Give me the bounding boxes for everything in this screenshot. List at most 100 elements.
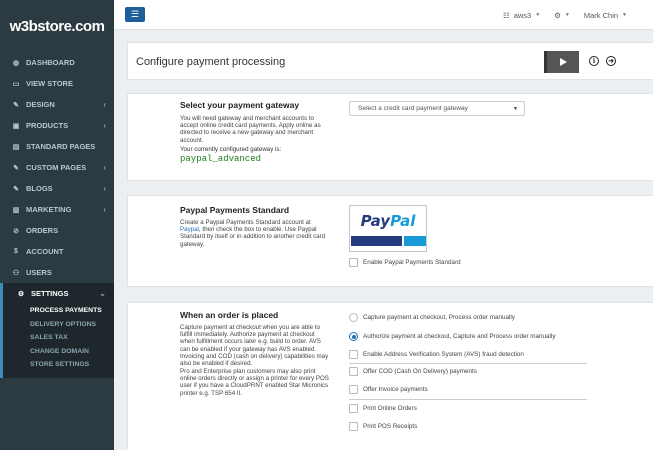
user-name: Mark Chin xyxy=(583,10,619,20)
sidebar-item-blogs[interactable]: ✎ BLOGS ‹ xyxy=(0,178,114,199)
sidebar-item-label: USERS xyxy=(26,268,52,277)
paypal-logo-bar-light xyxy=(404,236,426,246)
gateway-description: You will need gateway and merchant accou… xyxy=(180,115,321,144)
invoice-option-row[interactable]: Offer Invoice payments xyxy=(349,385,428,394)
paypal-enable-label: Enable Paypal Payments Standard xyxy=(363,259,461,266)
print-online-label: Print Online Orders xyxy=(363,405,417,412)
sidebar-item-label: CUSTOM PAGES xyxy=(26,163,87,172)
capture-label: Capture payment at checkout, Process ord… xyxy=(363,314,515,321)
sidebar-item-design[interactable]: ✎ DESIGN ‹ xyxy=(0,94,114,115)
sidebar-item-settings[interactable]: ⚙ SETTINGS ⌄ xyxy=(0,283,114,304)
sidebar-item-custom-pages[interactable]: ✎ CUSTOM PAGES ‹ xyxy=(0,157,114,178)
paypal-description: Create a Paypal Payments Standard accoun… xyxy=(180,219,330,248)
gear-icon: ⚙ xyxy=(17,290,25,298)
box-icon: ▣ xyxy=(12,122,20,130)
order-description-1: Capture payment at checkout when you are… xyxy=(180,324,329,368)
divider xyxy=(349,363,587,364)
print-pos-checkbox[interactable] xyxy=(349,422,358,431)
chart-icon: ▥ xyxy=(12,206,20,214)
cod-label: Offer COD (Cash On Delivery) payments xyxy=(363,368,477,375)
monitor-icon: ▭ xyxy=(12,80,20,88)
settings-submenu: PROCESS PAYMENTS DELIVERY OPTIONS SALES TA… xyxy=(0,304,114,378)
submenu-item-change-domain[interactable]: CHANGE DOMAIN xyxy=(3,345,114,359)
paypal-logo: PayPal xyxy=(349,205,427,252)
pencil-icon: ✎ xyxy=(13,164,19,172)
print-pos-option-row[interactable]: Print POS Receipts xyxy=(349,422,417,431)
store-logo[interactable]: w3bstore.com xyxy=(0,0,114,52)
print-online-checkbox[interactable] xyxy=(349,404,358,413)
capture-radio[interactable] xyxy=(349,313,358,322)
sidebar-item-label: STANDARD PAGES xyxy=(26,142,96,151)
paypal-panel: Paypal Payments Standard Create a Paypal… xyxy=(127,195,653,287)
list-icon: ☷ xyxy=(502,10,510,20)
store-switcher[interactable]: ☷ aws3 ▼ xyxy=(503,11,540,20)
print-online-option-row[interactable]: Print Online Orders xyxy=(349,404,417,413)
sidebar-nav: ◍ DASHBOARD ▭ VIEW STORE ✎ DESIGN ‹ ▣ PRODUCTS ‹ ▤… xyxy=(0,52,114,378)
caret-down-icon: ▼ xyxy=(564,12,570,18)
sidebar-item-products[interactable]: ▣ PRODUCTS ‹ xyxy=(0,115,114,136)
avs-label: Enable Address Verification System (AVS)… xyxy=(363,351,524,358)
paypal-logo-pay: Pay xyxy=(360,212,391,230)
submenu-item-process-payments[interactable]: PROCESS PAYMENTS xyxy=(3,304,114,318)
authorize-radio[interactable] xyxy=(349,332,358,341)
sidebar-item-account[interactable]: $ ACCOUNT xyxy=(0,241,114,262)
chevron-left-icon: ‹ xyxy=(103,121,106,130)
gear-icon: ⚙ xyxy=(554,10,561,20)
chevron-left-icon: ‹ xyxy=(103,163,106,172)
cod-checkbox[interactable] xyxy=(349,367,358,376)
sidebar-item-standard-pages[interactable]: ▤ STANDARD PAGES xyxy=(0,136,114,157)
sidebar-item-marketing[interactable]: ▥ MARKETING ‹ xyxy=(0,199,114,220)
caret-down-icon: ▼ xyxy=(513,105,518,112)
header-panel: Configure payment processing i ➜ xyxy=(127,42,653,80)
avs-option-row[interactable]: Enable Address Verification System (AVS)… xyxy=(349,350,524,359)
top-right-controls: ☷ aws3 ▼ ⚙ ▼ Mark Chin ▼ xyxy=(503,0,653,30)
sidebar-item-view-store[interactable]: ▭ VIEW STORE xyxy=(0,73,114,94)
capture-option-row[interactable]: Capture payment at checkout, Process ord… xyxy=(349,313,515,322)
top-bar: ☰ ☷ aws3 ▼ ⚙ ▼ Mark Chin ▼ xyxy=(114,0,653,30)
paypal-title: Paypal Payments Standard xyxy=(180,205,290,215)
sidebar-item-users[interactable]: ⚇ USERS xyxy=(0,262,114,283)
brush-icon: ✎ xyxy=(13,101,19,109)
gateway-select[interactable]: Select a credit card payment gateway ▼ xyxy=(349,101,525,116)
dollar-icon: $ xyxy=(14,248,18,255)
caret-down-icon: ▼ xyxy=(535,12,541,18)
sidebar-item-orders[interactable]: ⊘ ORDERS xyxy=(0,220,114,241)
sidebar-item-label: ORDERS xyxy=(26,226,59,235)
store-name: aws3 xyxy=(513,10,532,20)
invoice-label: Offer Invoice payments xyxy=(363,386,428,393)
sidebar-item-label: MARKETING xyxy=(26,205,72,214)
link-icon: ⊘ xyxy=(13,227,19,235)
menu-icon: ☰ xyxy=(130,9,140,19)
submenu-item-store-settings[interactable]: STORE SETTINGS xyxy=(3,358,114,372)
dashboard-icon: ◍ xyxy=(12,59,20,67)
submenu-item-sales-tax[interactable]: SALES TAX xyxy=(3,331,114,345)
paypal-text-pre: Create a Paypal Payments Standard accoun… xyxy=(180,219,311,226)
avs-checkbox[interactable] xyxy=(349,350,358,359)
menu-toggle-button[interactable]: ☰ xyxy=(125,7,145,22)
paypal-logo-pal: Pal xyxy=(390,212,416,230)
submenu-item-delivery-options[interactable]: DELIVERY OPTIONS xyxy=(3,318,114,332)
sidebar-item-dashboard[interactable]: ◍ DASHBOARD xyxy=(0,52,114,73)
authorize-option-row[interactable]: Authorize payment at checkout, Capture a… xyxy=(349,332,556,341)
cod-option-row[interactable]: Offer COD (Cash On Delivery) payments xyxy=(349,367,477,376)
sidebar-item-label: DASHBOARD xyxy=(26,58,75,67)
invoice-checkbox[interactable] xyxy=(349,385,358,394)
paypal-enable-row[interactable]: Enable Paypal Payments Standard xyxy=(349,258,461,267)
info-icon[interactable]: i xyxy=(589,56,599,66)
sidebar-item-label: PRODUCTS xyxy=(26,121,69,130)
user-menu[interactable]: Mark Chin ▼ xyxy=(584,11,627,20)
arrow-right-icon[interactable]: ➜ xyxy=(606,56,616,66)
settings-dropdown[interactable]: ⚙ ▼ xyxy=(554,11,570,20)
paypal-text-post: , then check the box to enable. Use Payp… xyxy=(180,226,326,248)
paypal-enable-checkbox[interactable] xyxy=(349,258,358,267)
file-icon: ▤ xyxy=(12,143,20,151)
pencil-icon: ✎ xyxy=(13,185,19,193)
sidebar-item-label: BLOGS xyxy=(26,184,53,193)
chevron-left-icon: ‹ xyxy=(103,100,106,109)
caret-down-icon: ▼ xyxy=(622,12,627,18)
order-description-2: Pro and Enterprise plan customers may al… xyxy=(180,368,329,397)
video-button[interactable] xyxy=(544,51,579,73)
divider xyxy=(349,399,587,400)
gateway-panel: Select your payment gateway You will nee… xyxy=(127,93,653,181)
paypal-link[interactable]: Paypal xyxy=(180,226,199,233)
